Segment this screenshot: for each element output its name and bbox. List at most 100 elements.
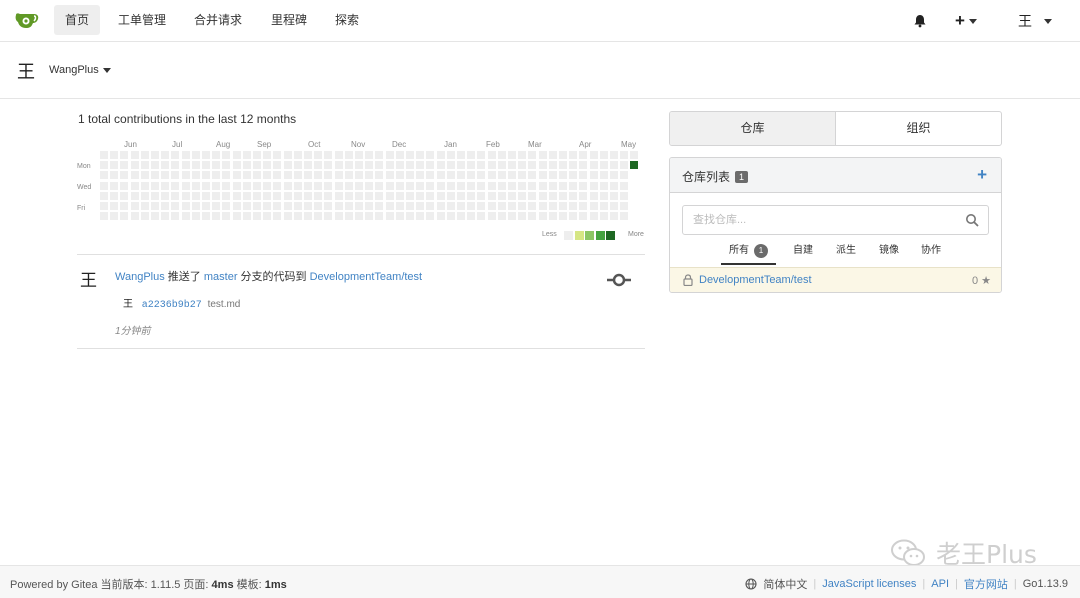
heatmap-cell[interactable] (548, 171, 557, 180)
heatmap-cell[interactable] (518, 202, 527, 210)
heatmap-cell[interactable] (334, 161, 343, 170)
heatmap-cell[interactable] (497, 151, 506, 159)
heatmap-cell[interactable] (212, 151, 221, 159)
search-icon[interactable] (965, 213, 979, 227)
heatmap-cell[interactable] (273, 212, 282, 221)
heatmap-cell[interactable] (344, 151, 353, 159)
heatmap-cell[interactable] (130, 212, 139, 221)
heatmap-cell[interactable] (355, 202, 363, 210)
heatmap-cell[interactable] (426, 171, 435, 180)
filter-mirrors[interactable]: 镜像 (879, 243, 899, 265)
heatmap-cell[interactable] (151, 181, 159, 190)
heatmap-cell[interactable] (120, 181, 129, 190)
heatmap-cell[interactable] (304, 151, 312, 159)
heatmap-cell[interactable] (151, 202, 159, 210)
heatmap-cell[interactable] (232, 161, 241, 170)
heatmap-cell[interactable] (304, 212, 312, 221)
heatmap-cell[interactable] (457, 151, 465, 159)
feed-user-link[interactable]: WangPlus (115, 271, 165, 283)
heatmap-cell[interactable] (426, 212, 435, 221)
heatmap-cell[interactable] (610, 202, 618, 210)
heatmap-cell[interactable] (181, 151, 190, 159)
heatmap-cell[interactable] (477, 202, 486, 210)
heatmap-cell[interactable] (620, 151, 629, 159)
notifications-button[interactable] (913, 0, 927, 42)
heatmap-cell[interactable] (487, 181, 496, 190)
heatmap-cell[interactable] (589, 202, 598, 210)
heatmap-cell[interactable] (416, 202, 425, 210)
heatmap-cell[interactable] (100, 151, 108, 159)
heatmap-cell[interactable] (385, 191, 394, 200)
heatmap-cell[interactable] (314, 151, 323, 159)
heatmap-cell[interactable] (579, 212, 588, 221)
heatmap-cell[interactable] (344, 171, 353, 180)
heatmap-cell[interactable] (467, 171, 476, 180)
heatmap-cell[interactable] (202, 191, 210, 200)
heatmap-cell[interactable] (436, 151, 445, 159)
heatmap-cell[interactable] (242, 171, 251, 180)
heatmap-cell[interactable] (497, 181, 506, 190)
heatmap-cell[interactable] (273, 191, 282, 200)
heatmap-cell[interactable] (620, 191, 629, 200)
heatmap-cell[interactable] (293, 212, 302, 221)
heatmap-cell[interactable] (406, 151, 414, 159)
heatmap-cell[interactable] (375, 212, 384, 221)
heatmap-cell[interactable] (253, 181, 261, 190)
heatmap-cell[interactable] (497, 161, 506, 170)
heatmap-cell[interactable] (446, 212, 455, 221)
heatmap-cell[interactable] (559, 212, 567, 221)
heatmap-cell[interactable] (253, 161, 261, 170)
heatmap-cell[interactable] (334, 202, 343, 210)
heatmap-cell[interactable] (314, 202, 323, 210)
heatmap-cell-active[interactable] (630, 161, 639, 170)
heatmap-cell[interactable] (232, 202, 241, 210)
heatmap-cell[interactable] (365, 191, 374, 200)
heatmap-cell[interactable] (314, 191, 323, 200)
heatmap-cell[interactable] (426, 161, 435, 170)
heatmap-cell[interactable] (497, 202, 506, 210)
heatmap-cell[interactable] (120, 151, 129, 159)
heatmap-cell[interactable] (304, 181, 312, 190)
heatmap-cell[interactable] (518, 161, 527, 170)
heatmap-cell[interactable] (140, 151, 149, 159)
heatmap-cell[interactable] (130, 151, 139, 159)
heatmap-cell[interactable] (110, 151, 119, 159)
heatmap-cell[interactable] (385, 151, 394, 159)
heatmap-cell[interactable] (457, 191, 465, 200)
heatmap-cell[interactable] (161, 171, 170, 180)
heatmap-cell[interactable] (599, 181, 608, 190)
heatmap-cell[interactable] (457, 181, 465, 190)
heatmap-cell[interactable] (334, 181, 343, 190)
heatmap-cell[interactable] (416, 181, 425, 190)
heatmap-cell[interactable] (497, 171, 506, 180)
heatmap-cell[interactable] (171, 212, 180, 221)
heatmap-cell[interactable] (344, 161, 353, 170)
heatmap-cell[interactable] (375, 171, 384, 180)
heatmap-cell[interactable] (100, 181, 108, 190)
heatmap-cell[interactable] (518, 191, 527, 200)
heatmap-cell[interactable] (579, 202, 588, 210)
heatmap-cell[interactable] (589, 161, 598, 170)
heatmap-cell[interactable] (518, 181, 527, 190)
heatmap-cell[interactable] (324, 212, 333, 221)
heatmap-cell[interactable] (100, 171, 108, 180)
heatmap-cell[interactable] (242, 181, 251, 190)
repo-list-item[interactable]: DevelopmentTeam/test 0 ★ (670, 267, 1001, 292)
heatmap-cell[interactable] (569, 202, 578, 210)
heatmap-cell[interactable] (497, 212, 506, 221)
heatmap-cell[interactable] (222, 171, 231, 180)
heatmap-cell[interactable] (416, 171, 425, 180)
nav-issues[interactable]: 工单管理 (107, 5, 177, 35)
heatmap-cell[interactable] (263, 181, 272, 190)
heatmap-cell[interactable] (202, 151, 210, 159)
heatmap-cell[interactable] (610, 181, 618, 190)
heatmap-cell[interactable] (620, 171, 629, 180)
heatmap-cell[interactable] (314, 171, 323, 180)
heatmap-cell[interactable] (355, 181, 363, 190)
nav-pull-requests[interactable]: 合并请求 (183, 5, 253, 35)
heatmap-cell[interactable] (283, 181, 292, 190)
heatmap-cell[interactable] (120, 212, 129, 221)
heatmap-cell[interactable] (100, 161, 108, 170)
heatmap-cell[interactable] (395, 191, 404, 200)
heatmap-cell[interactable] (508, 191, 516, 200)
